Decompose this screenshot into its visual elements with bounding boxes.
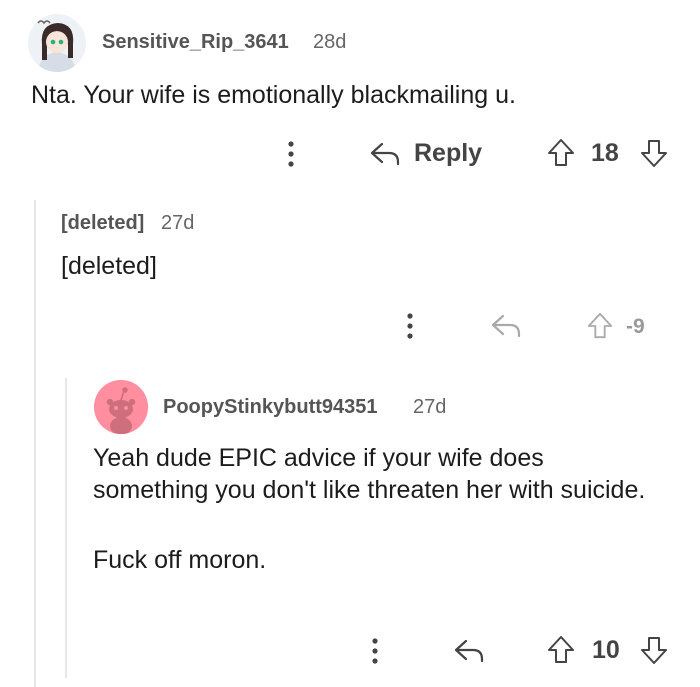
comment-username[interactable]: Sensitive_Rip_3641 [102, 31, 289, 54]
comment-body: [deleted] [61, 250, 661, 282]
vote-score: 18 [591, 139, 619, 167]
reply-arrow-icon[interactable] [452, 636, 486, 666]
avatar-icon [94, 380, 148, 434]
comment-username[interactable]: PoopyStinkybutt94351 [163, 396, 378, 419]
comment-body: Yeah dude EPIC advice if your wife does … [93, 442, 653, 576]
reply-arrow-icon [368, 139, 402, 169]
reply-arrow-icon[interactable] [489, 311, 523, 341]
comment-age: 28d [313, 31, 347, 53]
comment-paragraph: [deleted] [61, 252, 157, 280]
thread-line-level-2[interactable] [65, 378, 67, 678]
comment-age: 27d [413, 396, 447, 418]
comment-paragraph: Nta. Your wife is emotionally blackmaili… [31, 81, 516, 109]
comment-paragraph: Fuck off moron. [93, 546, 267, 574]
more-options-icon[interactable] [279, 138, 303, 170]
user-avatar[interactable] [94, 380, 148, 434]
comment-body: Nta. Your wife is emotionally blackmaili… [31, 79, 671, 111]
user-avatar[interactable] [28, 14, 86, 72]
more-options-icon[interactable] [363, 635, 387, 667]
vote-score: -9 [626, 315, 645, 338]
upvote-icon[interactable] [585, 311, 615, 341]
reply-label: Reply [414, 139, 483, 167]
downvote-icon[interactable] [638, 634, 670, 666]
comment-paragraph: Yeah dude EPIC advice if your wife does … [93, 444, 646, 504]
upvote-icon[interactable] [545, 137, 577, 169]
thread-line-level-1[interactable] [34, 200, 36, 687]
vote-score: 10 [592, 636, 620, 664]
comment-age: 27d [161, 212, 195, 234]
downvote-icon[interactable] [638, 137, 670, 169]
avatar-icon [28, 14, 86, 72]
comment-username: [deleted] [61, 212, 145, 234]
more-options-icon[interactable] [398, 310, 422, 342]
upvote-icon[interactable] [545, 634, 577, 666]
